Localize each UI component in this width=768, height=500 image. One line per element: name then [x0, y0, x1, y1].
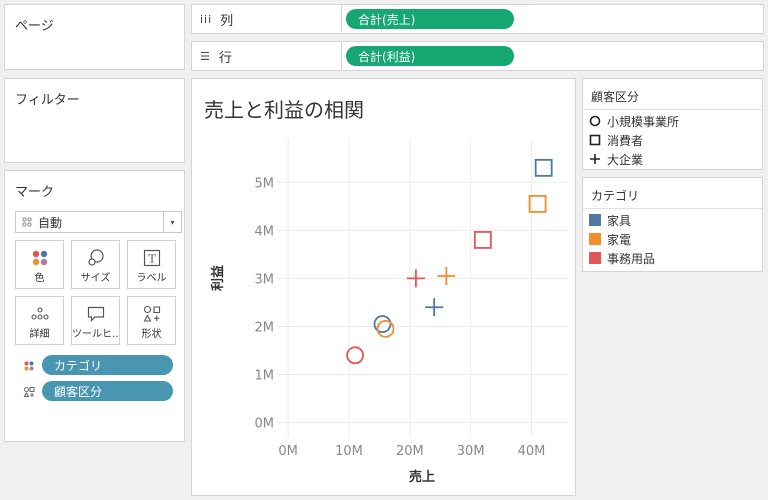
legend-divider	[583, 109, 762, 110]
y-tick-label: 3M	[255, 272, 275, 287]
shape-icon	[23, 387, 35, 397]
size-icon	[87, 249, 104, 266]
legend-item-corporate[interactable]: 大企業	[589, 150, 643, 168]
y-tick-label: 4M	[255, 224, 275, 239]
columns-shelf[interactable]: iii 列 合計(売上)	[191, 4, 764, 34]
legend-divider	[583, 208, 762, 209]
data-point-circle[interactable]	[376, 319, 395, 338]
detail-button[interactable]: 詳細	[15, 296, 64, 345]
tooltip-button-label: ツールヒ…	[72, 329, 119, 340]
chart-panel: 売上と利益の相関 0M 10M 20M 30M 40M 0M 1M 2M 3M 4M 5M 売上 利益	[191, 78, 576, 496]
columns-pill[interactable]: 合計(売上)	[346, 9, 514, 29]
label-icon: T	[143, 249, 160, 267]
y-axis-title: 利益	[210, 265, 226, 291]
x-tick-label: 30M	[457, 444, 485, 459]
pages-title: ページ	[15, 19, 54, 34]
rows-shelf-header: ☰ 行	[192, 42, 342, 70]
pages-card[interactable]: ページ	[4, 4, 185, 70]
category-pill[interactable]: カテゴリ	[42, 355, 173, 375]
columns-shelf-header: iii 列	[192, 5, 342, 33]
filters-card[interactable]: フィルター	[4, 78, 185, 163]
segment-legend: 顧客区分 小規模事業所 消費者 大企業	[582, 78, 763, 170]
marks-title: マーク	[15, 185, 55, 200]
mark-type-label: 自動	[38, 215, 63, 230]
y-tick-label: 0M	[255, 417, 275, 432]
data-point-square[interactable]	[473, 231, 492, 249]
data-point-plus[interactable]	[425, 298, 444, 317]
color-swatch	[589, 252, 601, 264]
data-point-plus[interactable]	[437, 266, 456, 285]
legend-label: 大企業	[607, 152, 644, 167]
color-icon	[24, 361, 34, 371]
circle-icon	[589, 115, 601, 127]
legend-item-small-business[interactable]: 小規模事業所	[589, 112, 679, 130]
chevron-down-icon[interactable]: ▾	[163, 212, 181, 232]
plus-icon	[590, 154, 600, 164]
shape-button[interactable]: 形状	[127, 296, 176, 345]
y-tick-label: 1M	[255, 369, 275, 384]
detail-button-label: 詳細	[29, 329, 50, 340]
legend-item-office-supplies[interactable]: 事務用品	[589, 249, 655, 267]
color-icon	[32, 250, 47, 266]
legend-label: 事務用品	[607, 251, 656, 266]
filters-title: フィルター	[15, 93, 80, 108]
segment-legend-title: 顧客区分	[591, 90, 640, 104]
data-point-square[interactable]	[534, 158, 553, 177]
x-tick-label: 40M	[518, 444, 546, 459]
tooltip-icon	[87, 306, 104, 322]
shape-icon	[143, 305, 160, 322]
color-swatch	[589, 214, 601, 226]
size-button[interactable]: サイズ	[71, 240, 120, 289]
detail-icon	[30, 307, 49, 320]
tooltip-button[interactable]: ツールヒ…	[71, 296, 120, 345]
rows-icon: ☰	[200, 49, 211, 63]
square-icon	[589, 134, 601, 146]
x-axis-title: 売上	[409, 469, 435, 485]
x-tick-label: 0M	[278, 444, 298, 459]
legend-label: 小規模事業所	[607, 114, 680, 129]
rows-label: 行	[218, 50, 232, 66]
legend-item-furniture[interactable]: 家具	[589, 211, 631, 229]
legend-item-appliances[interactable]: 家電	[589, 230, 631, 248]
segment-pill[interactable]: 顧客区分	[42, 381, 173, 401]
y-tick-label: 5M	[255, 176, 275, 191]
color-button[interactable]: 色	[15, 240, 64, 289]
mark-type-dropdown[interactable]: 自動 ▾	[15, 211, 182, 233]
columns-pill-label: 合計(売上)	[358, 12, 416, 27]
legend-label: 家具	[607, 213, 632, 228]
category-legend-title: カテゴリ	[591, 189, 640, 203]
columns-label: 列	[220, 13, 234, 29]
rows-pill[interactable]: 合計(利益)	[346, 46, 514, 66]
columns-icon: iii	[200, 12, 213, 26]
shape-button-label: 形状	[141, 329, 162, 340]
color-button-label: 色	[34, 273, 45, 284]
category-legend: カテゴリ 家具 家電 事務用品	[582, 177, 763, 272]
rows-pill-label: 合計(利益)	[358, 49, 416, 64]
x-tick-label: 20M	[396, 444, 424, 459]
size-button-label: サイズ	[80, 273, 111, 284]
color-swatch	[589, 233, 601, 245]
svg-text:T: T	[148, 253, 156, 266]
automatic-icon	[22, 217, 32, 227]
legend-label: 消費者	[607, 133, 644, 148]
legend-item-consumer[interactable]: 消費者	[589, 131, 643, 149]
y-tick-label: 2M	[255, 320, 275, 335]
marks-card: マーク 自動 ▾ 色 サイズ T ラベル 詳細 ツールヒ… 形状 カテゴリ 顧客…	[4, 170, 185, 442]
x-tick-label: 10M	[335, 444, 363, 459]
label-button[interactable]: T ラベル	[127, 240, 176, 289]
segment-pill-label: 顧客区分	[54, 384, 103, 399]
category-pill-label: カテゴリ	[54, 358, 103, 373]
label-button-label: ラベル	[136, 273, 167, 284]
scatter-plot[interactable]: 0M 10M 20M 30M 40M 0M 1M 2M 3M 4M 5M 売上 利益	[192, 79, 575, 495]
legend-label: 家電	[607, 232, 632, 247]
rows-shelf[interactable]: ☰ 行 合計(利益)	[191, 41, 764, 71]
